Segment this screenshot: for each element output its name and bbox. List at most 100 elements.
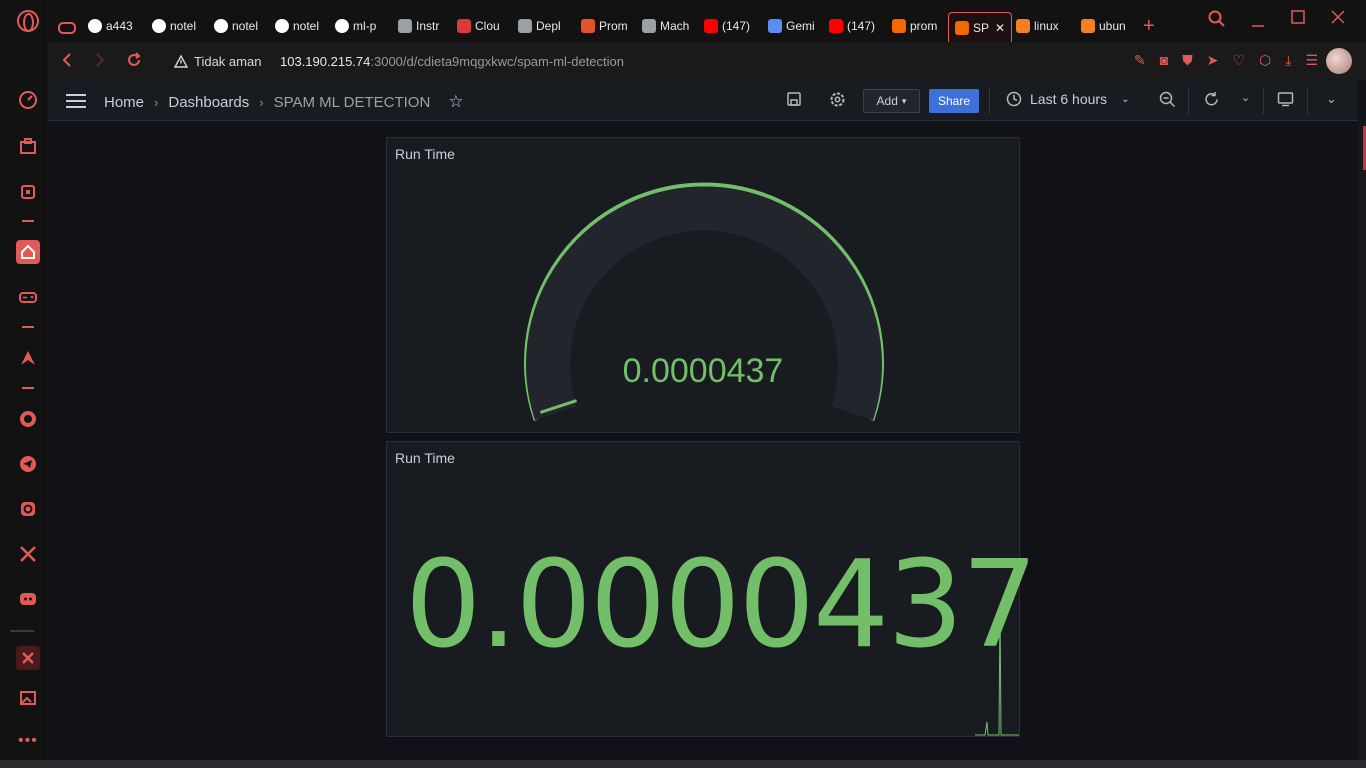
gamepad-icon[interactable] (16, 285, 40, 309)
gemini-icon (768, 19, 782, 33)
browser-tab[interactable]: Clou (457, 12, 515, 40)
cube-icon[interactable]: ⬡ (1259, 52, 1271, 69)
warning-icon (174, 55, 188, 68)
tab-label: Depl (536, 19, 561, 33)
heart-icon[interactable]: ♡ (1232, 52, 1245, 69)
globe-icon (152, 19, 166, 33)
workspace-icon[interactable] (16, 134, 40, 158)
browser-sidebar: ••• (0, 0, 48, 768)
grafana-icon (955, 20, 969, 35)
browser-tab[interactable]: notel (275, 12, 333, 40)
time-range-picker[interactable]: Last 6 hours ⌄ (1006, 91, 1129, 107)
tab-label: linux (1034, 19, 1059, 33)
edit-icon[interactable]: ✎ (1134, 52, 1146, 69)
globe-icon (275, 19, 289, 33)
browser-tab[interactable]: (147) (829, 12, 887, 40)
breadcrumb-dashboards[interactable]: Dashboards (168, 94, 249, 111)
share-button[interactable]: Share (929, 89, 979, 113)
security-indicator[interactable]: Tidak aman (174, 54, 261, 69)
speed-dial-icon[interactable] (16, 88, 40, 112)
security-label: Tidak aman (194, 54, 262, 69)
toolbar-divider (989, 88, 990, 114)
forward-button[interactable] (94, 52, 106, 73)
browser-tab[interactable]: notel (214, 12, 272, 40)
chevron-right-icon: › (259, 94, 264, 110)
maximize-button[interactable] (1291, 10, 1305, 29)
tab-label: ml-p (353, 19, 377, 33)
chevron-down-icon: ⌄ (1121, 93, 1130, 105)
reload-button[interactable] (126, 52, 142, 73)
stat-panel[interactable]: Run Time 0.0000437 (386, 441, 1038, 737)
browser-tab[interactable]: ml-p (335, 12, 393, 40)
save-dashboard-icon[interactable] (786, 91, 802, 111)
browser-tab[interactable]: a443 (88, 12, 146, 40)
sidebar-divider (10, 630, 34, 632)
browser-tab[interactable]: Instr (398, 12, 456, 40)
ai-chip-icon[interactable] (16, 180, 40, 204)
zoom-out-icon[interactable] (1159, 91, 1176, 112)
download-icon[interactable]: ⤓ (1285, 52, 1291, 69)
discord-icon[interactable] (16, 587, 40, 611)
home-icon[interactable] (16, 240, 40, 264)
browser-tab[interactable]: (147) (704, 12, 762, 40)
gallery-icon[interactable] (16, 686, 40, 710)
clock-icon (1006, 91, 1022, 107)
gx-corner-icon[interactable] (58, 14, 76, 42)
fan-icon[interactable] (16, 646, 40, 670)
menu-hamburger-icon[interactable] (66, 94, 86, 108)
gauge-panel[interactable]: Run Time 0.0000437 (386, 137, 1020, 433)
url-field[interactable]: 103.190.215.74:3000/d/cdieta9mqgxkwc/spa… (280, 54, 624, 69)
close-tab-icon[interactable]: ✕ (995, 21, 1005, 35)
browser-tab[interactable]: Prom (581, 12, 639, 40)
toolbar-divider (1188, 88, 1189, 114)
breadcrumb-home[interactable]: Home (104, 94, 144, 111)
close-window-button[interactable] (1331, 10, 1345, 29)
page-scrollbar[interactable] (1358, 121, 1366, 768)
tv-mode-icon[interactable] (1277, 91, 1294, 111)
tab-label: Clou (475, 19, 500, 33)
new-tab-button[interactable]: + (1143, 12, 1155, 40)
tab-label: Gemi (786, 19, 815, 33)
refresh-interval-chevron-icon[interactable]: ⌄ (1241, 91, 1250, 104)
browser-tab[interactable]: notel (152, 12, 210, 40)
whatsapp-icon[interactable] (16, 407, 40, 431)
telegram-icon[interactable] (16, 452, 40, 476)
tab-label: Mach (660, 19, 690, 33)
chevron-down-icon: ▾ (901, 95, 907, 106)
chevron-right-icon: › (154, 94, 159, 110)
instagram-icon[interactable] (16, 497, 40, 521)
collapse-chevron-icon[interactable]: ⌄ (1326, 91, 1337, 107)
browser-tab[interactable]: prom (892, 12, 950, 40)
prometheus-icon (581, 19, 595, 33)
stat-sparkline (975, 605, 1019, 736)
address-bar: Tidak aman 103.190.215.74:3000/d/cdieta9… (48, 42, 1366, 80)
browser-tab[interactable]: SP ✕ (948, 12, 1012, 42)
easy-setup-icon[interactable]: ☰ (1305, 52, 1318, 69)
adblock-shield-icon[interactable]: ⛊ (1182, 52, 1193, 69)
sidebar-divider (22, 387, 34, 389)
sidebar-divider (22, 326, 34, 328)
tab-label: prom (910, 19, 938, 33)
taskbar-strip (0, 760, 1366, 768)
more-options-icon[interactable]: ••• (18, 732, 38, 750)
browser-tab[interactable]: linux (1016, 12, 1074, 40)
refresh-icon[interactable] (1203, 91, 1220, 112)
toolbar-divider (1307, 88, 1308, 114)
add-button[interactable]: Add ▾ (863, 89, 920, 113)
settings-gear-icon[interactable] (829, 91, 846, 112)
browser-tab[interactable]: Depl (518, 12, 576, 40)
browser-tab[interactable]: ubun (1081, 12, 1139, 40)
x-twitter-icon[interactable] (16, 542, 40, 566)
browser-tab[interactable]: Gemi (768, 12, 826, 40)
aria-icon[interactable] (16, 346, 40, 370)
search-tabs-icon[interactable] (1208, 10, 1226, 33)
camera-icon[interactable]: ◙ (1160, 52, 1168, 69)
profile-avatar[interactable] (1326, 48, 1352, 74)
g-icon (642, 19, 656, 33)
star-icon[interactable]: ☆ (448, 92, 463, 112)
opera-logo-icon[interactable] (17, 10, 39, 32)
send-icon[interactable]: ➤ (1207, 52, 1219, 69)
browser-tab[interactable]: Mach (642, 12, 700, 40)
back-button[interactable] (61, 52, 73, 73)
minimize-button[interactable] (1251, 10, 1265, 33)
